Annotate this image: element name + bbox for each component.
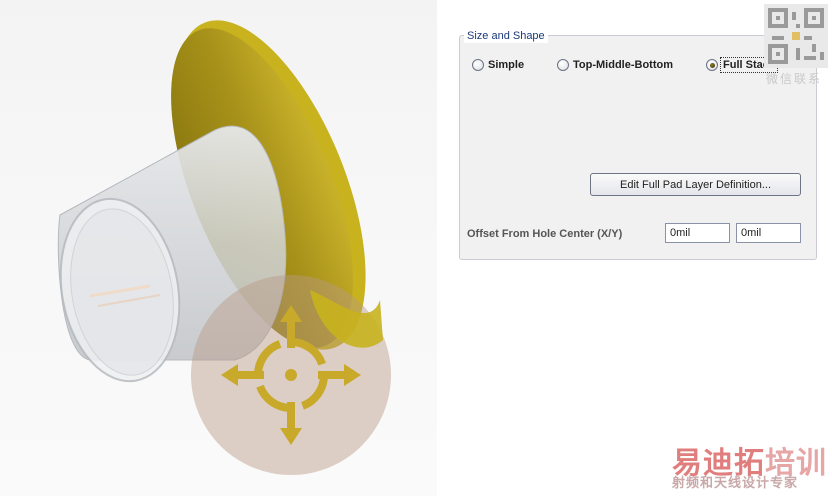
edit-full-pad-layer-button[interactable]: Edit Full Pad Layer Definition...	[590, 173, 801, 196]
radio-tmb-label: Top-Middle-Bottom	[573, 59, 673, 71]
radio-circle-icon	[557, 59, 569, 71]
radio-top-middle-bottom[interactable]: Top-Middle-Bottom	[557, 59, 673, 71]
radio-circle-icon	[472, 59, 484, 71]
offset-label: Offset From Hole Center (X/Y)	[467, 228, 623, 240]
offset-y-field[interactable]	[736, 223, 801, 243]
watermark-follow-text: 微信联系	[766, 72, 823, 86]
qr-code-icon	[764, 4, 828, 68]
pad-3d-model-icon	[57, 20, 391, 475]
radio-simple[interactable]: Simple	[472, 59, 524, 71]
app-window: Size and Shape Simple Top-Middle-Bottom …	[0, 0, 832, 496]
watermark-slogan: 射频和天线设计专家	[672, 475, 799, 490]
size-shape-title: Size and Shape	[464, 29, 548, 43]
3d-viewport[interactable]	[0, 0, 437, 496]
radio-selected-icon	[706, 59, 718, 71]
offset-x-field[interactable]	[665, 223, 730, 243]
radio-simple-label: Simple	[488, 59, 525, 71]
